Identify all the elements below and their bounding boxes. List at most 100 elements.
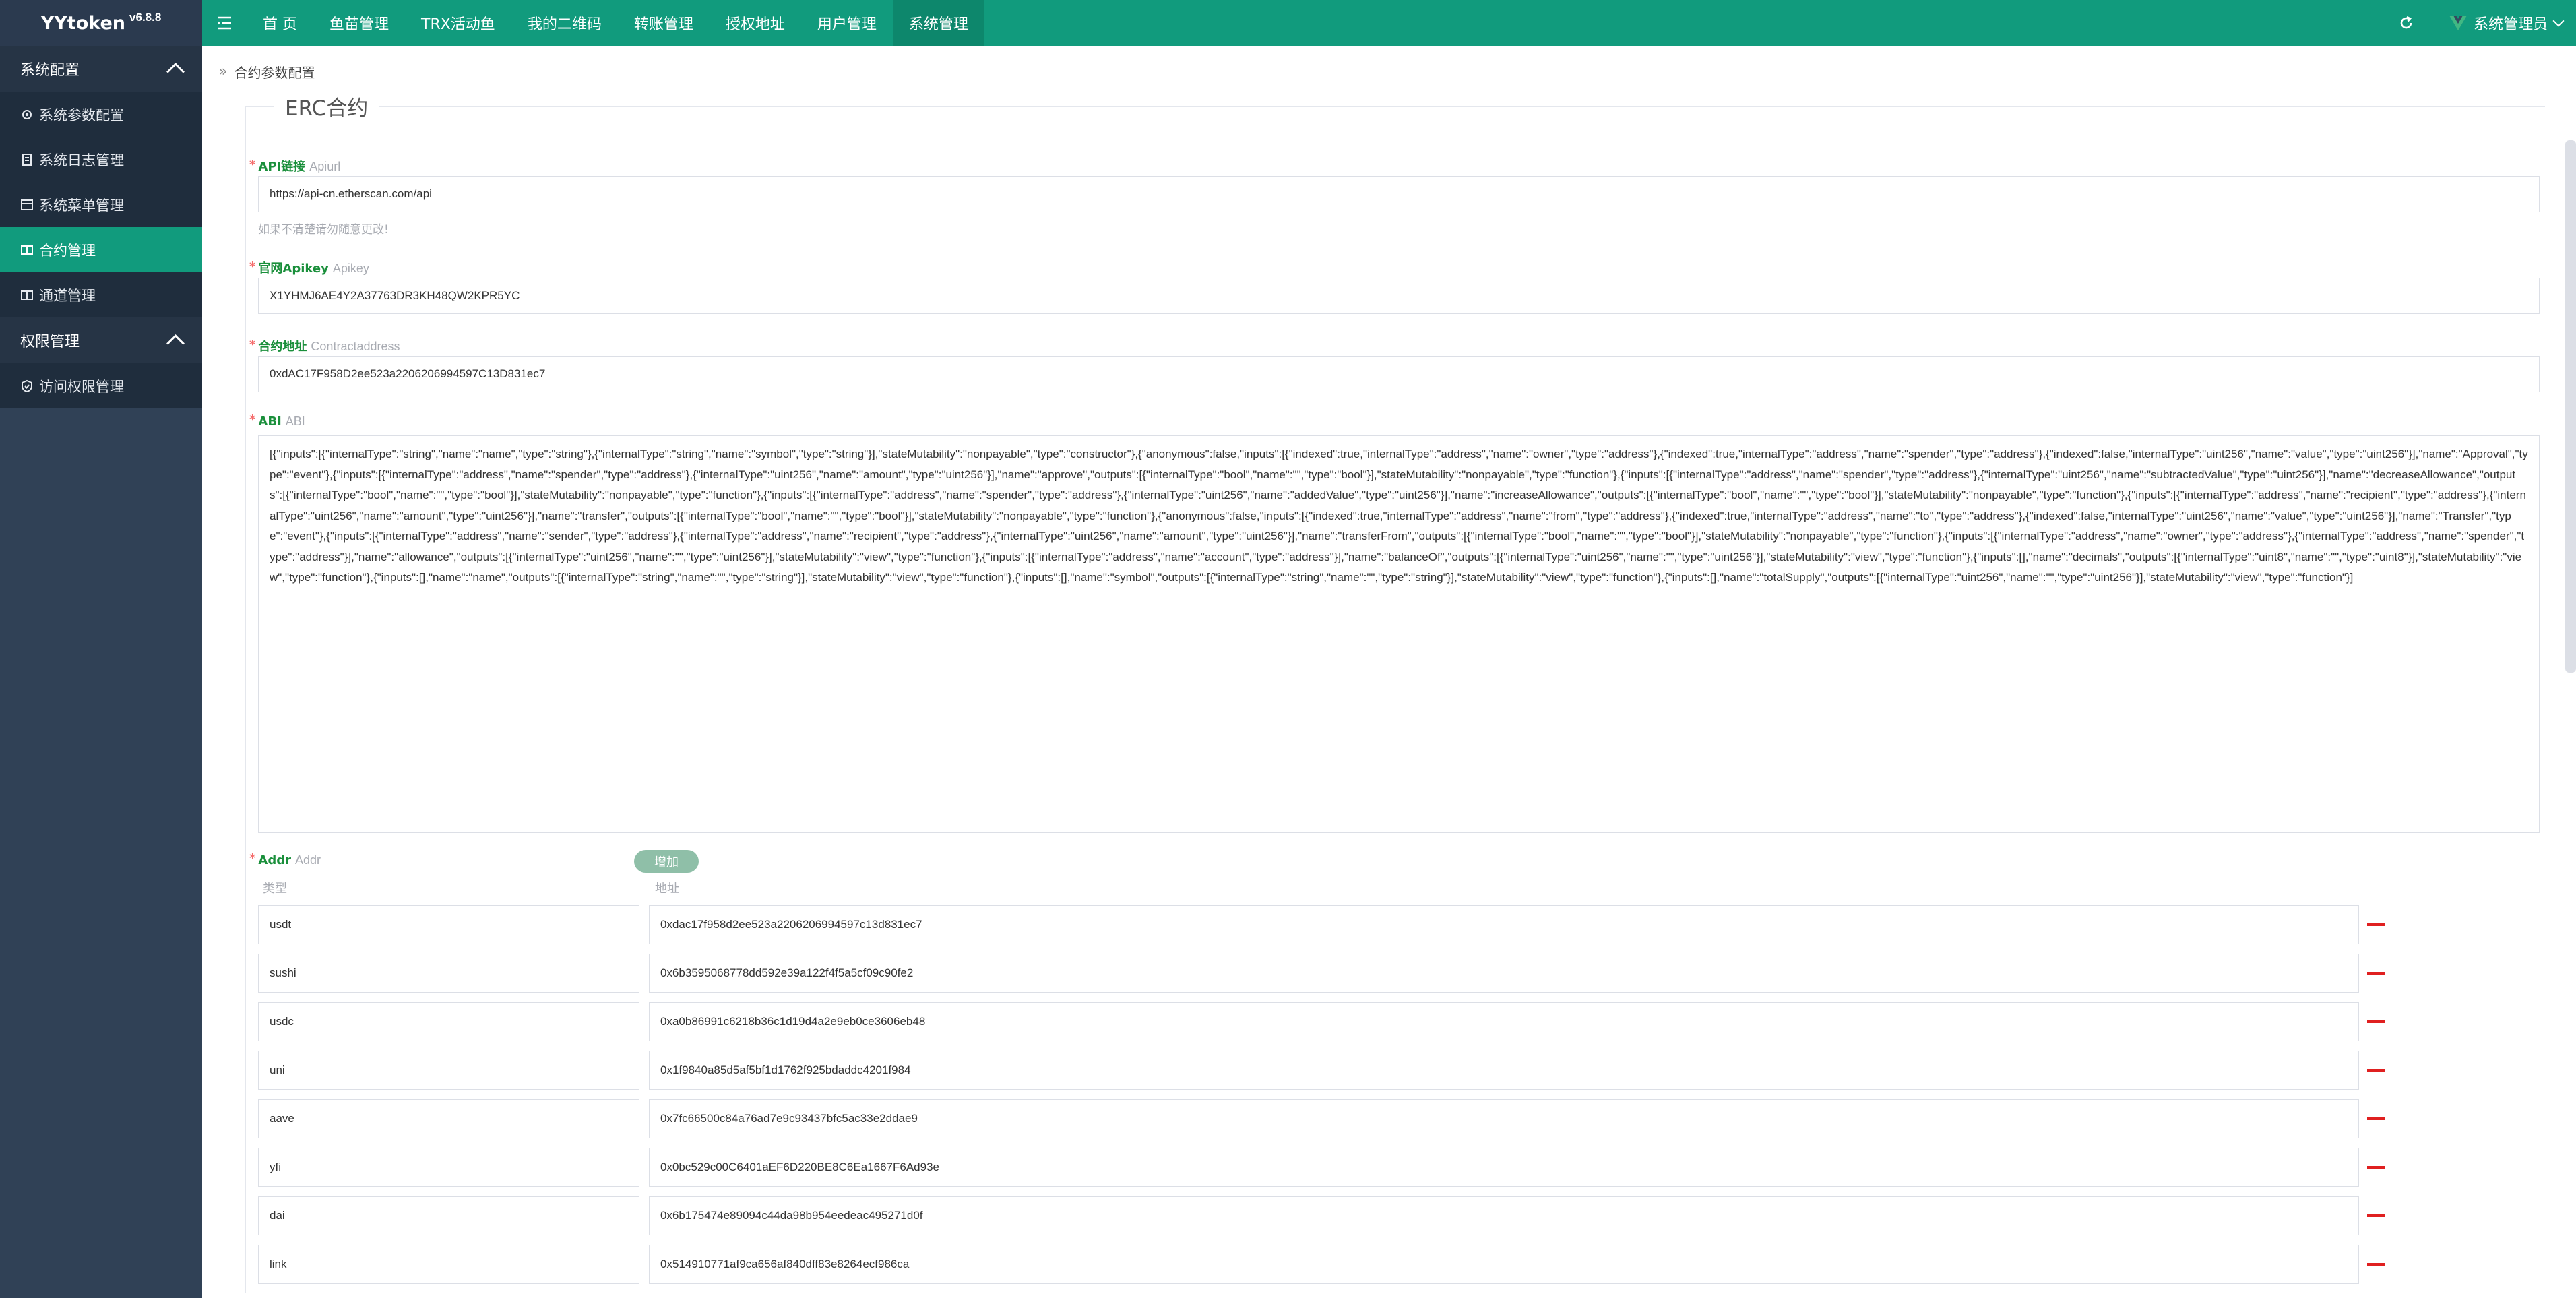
nav-fry[interactable]: 鱼苗管理 xyxy=(313,0,405,46)
field-sublabel: Addr xyxy=(295,853,321,867)
nav-qrcode[interactable]: 我的二维码 xyxy=(511,0,618,46)
grid-icon xyxy=(20,288,34,302)
sidebar-item-label: 系统菜单管理 xyxy=(39,197,124,214)
hamburger-icon[interactable] xyxy=(202,0,247,46)
nav-trx-fish[interactable]: TRX活动鱼 xyxy=(405,0,511,46)
remove-row-button[interactable] xyxy=(2367,923,2385,926)
apikey-label: * 官网Apikey Apikey xyxy=(249,259,369,276)
sidebar-item-system-params[interactable]: 系统参数配置 xyxy=(0,92,202,137)
apiurl-hint: 如果不清楚请勿随意更改! xyxy=(258,223,389,237)
apiurl-input[interactable]: https://api-cn.etherscan.com/api xyxy=(258,176,2540,212)
double-chevron-icon: » xyxy=(218,63,228,80)
token-address-input[interactable]: 0xdac17f958d2ee523a2206206994597c13d831e… xyxy=(649,905,2359,944)
token-type-input[interactable]: link xyxy=(258,1245,639,1284)
nav-system[interactable]: 系统管理 xyxy=(892,0,984,46)
sidebar-item-label: 访问权限管理 xyxy=(39,379,124,395)
user-menu[interactable]: 系统管理员 xyxy=(2449,12,2565,34)
field-sublabel: Apiurl xyxy=(309,160,341,173)
sidebar-group-permission[interactable]: 权限管理 xyxy=(0,317,202,363)
field-sublabel: ABI xyxy=(285,414,305,428)
chevron-up-icon xyxy=(166,62,185,81)
nav-transfer[interactable]: 转账管理 xyxy=(618,0,710,46)
refresh-icon[interactable] xyxy=(2393,9,2420,36)
sidebar-item-contract[interactable]: 合约管理 xyxy=(0,227,202,272)
remove-row-button[interactable] xyxy=(2367,972,2385,975)
menu-icon xyxy=(20,198,34,212)
breadcrumb: » 合约参数配置 xyxy=(218,62,315,82)
token-address-input[interactable]: 0x1f9840a85d5af5bf1d1762f925bdaddc4201f9… xyxy=(649,1051,2359,1090)
main-content: » 合约参数配置 ERC合约 * API链接 Apiurl https://api-… xyxy=(202,46,2576,1298)
sidebar-item-channel[interactable]: 通道管理 xyxy=(0,272,202,317)
contract-address-label: * 合约地址 Contractaddress xyxy=(249,337,400,354)
sidebar-item-label: 通道管理 xyxy=(39,288,96,304)
contract-address-input[interactable]: 0xdAC17F958D2ee523a2206206994597C13D831e… xyxy=(258,356,2540,392)
required-mark: * xyxy=(249,412,256,427)
apikey-input[interactable]: X1YHMJ6AE4Y2A37763DR3KH48QW2KPR5YC xyxy=(258,278,2540,314)
sidebar-group-label: 权限管理 xyxy=(20,333,80,350)
grid-icon xyxy=(20,243,34,257)
token-type-input[interactable]: yfi xyxy=(258,1148,639,1187)
token-address-input[interactable]: 0x514910771af9ca656af840dff83e8264ecf986… xyxy=(649,1245,2359,1284)
address-row: aave 0x7fc66500c84a76ad7e9c93437bfc5ac33… xyxy=(258,1099,2434,1138)
required-mark: * xyxy=(249,338,256,352)
token-type-input[interactable]: sushi xyxy=(258,954,639,993)
token-address-input[interactable]: 0x7fc66500c84a76ad7e9c93437bfc5ac33e2dda… xyxy=(649,1099,2359,1138)
top-nav: 首 页 鱼苗管理 TRX活动鱼 我的二维码 转账管理 授权地址 用户管理 系统管… xyxy=(247,0,984,46)
add-address-button[interactable]: 增加 xyxy=(634,850,699,873)
address-row: dai 0x6b175474e89094c44da98b954eedeac495… xyxy=(258,1196,2434,1235)
nav-home[interactable]: 首 页 xyxy=(247,0,313,46)
apiurl-label: * API链接 Apiurl xyxy=(249,157,340,175)
address-row: usdc 0xa0b86991c6218b36c1d19d4a2e9eb0ce3… xyxy=(258,1002,2434,1041)
field-sublabel: Contractaddress xyxy=(311,340,400,353)
sidebar-item-label: 系统参数配置 xyxy=(39,107,124,123)
token-address-input[interactable]: 0x6b3595068778dd592e39a122f4f5a5cf09c90f… xyxy=(649,954,2359,993)
brand-version: v6.8.8 xyxy=(129,11,162,24)
breadcrumb-current: 合约参数配置 xyxy=(234,65,315,81)
scrollbar[interactable] xyxy=(2565,140,2576,673)
token-type-input[interactable]: aave xyxy=(258,1099,639,1138)
brand-logo: YYtoken v6.8.8 xyxy=(0,0,202,46)
token-type-input[interactable]: dai xyxy=(258,1196,639,1235)
address-row: usdt 0xdac17f958d2ee523a2206206994597c13… xyxy=(258,905,2434,944)
chevron-up-icon xyxy=(166,334,185,352)
sidebar-item-label: 系统日志管理 xyxy=(39,152,124,168)
sidebar: YYtoken v6.8.8 系统配置 系统参数配置 系统日志管理 系统菜单管理… xyxy=(0,0,202,1298)
nav-auth-address[interactable]: 授权地址 xyxy=(710,0,801,46)
fieldset-legend: ERC合约 xyxy=(274,91,379,121)
remove-row-button[interactable] xyxy=(2367,1263,2385,1266)
remove-row-button[interactable] xyxy=(2367,1166,2385,1169)
token-address-input[interactable]: 0x6b175474e89094c44da98b954eedeac495271d… xyxy=(649,1196,2359,1235)
top-bar: 首 页 鱼苗管理 TRX活动鱼 我的二维码 转账管理 授权地址 用户管理 系统管… xyxy=(202,0,2576,46)
address-row: link 0x514910771af9ca656af840dff83e8264e… xyxy=(258,1245,2434,1284)
address-row: yfi 0x0bc529c00C6401aEF6D220BE8C6Ea1667F… xyxy=(258,1148,2434,1187)
nav-users[interactable]: 用户管理 xyxy=(801,0,893,46)
token-address-input[interactable]: 0xa0b86991c6218b36c1d19d4a2e9eb0ce3606eb… xyxy=(649,1002,2359,1041)
sidebar-group-system-config[interactable]: 系统配置 xyxy=(0,46,202,92)
field-label-text: 官网Apikey xyxy=(258,261,329,276)
addr-label: * Addr Addr xyxy=(249,851,321,867)
abi-textarea[interactable]: [{"inputs":[{"internalType":"string","na… xyxy=(258,435,2540,833)
gear-icon xyxy=(20,108,34,121)
required-mark: * xyxy=(249,259,256,274)
sidebar-item-label: 合约管理 xyxy=(39,243,96,259)
field-label-text: Addr xyxy=(258,853,291,867)
sidebar-item-access[interactable]: 访问权限管理 xyxy=(0,363,202,408)
remove-row-button[interactable] xyxy=(2367,1069,2385,1072)
remove-row-button[interactable] xyxy=(2367,1117,2385,1120)
remove-row-button[interactable] xyxy=(2367,1214,2385,1217)
abi-label: * ABI ABI xyxy=(249,412,305,429)
token-type-input[interactable]: usdt xyxy=(258,905,639,944)
address-row: uni 0x1f9840a85d5af5bf1d1762f925bdaddc42… xyxy=(258,1051,2434,1090)
sidebar-item-system-log[interactable]: 系统日志管理 xyxy=(0,137,202,182)
shield-icon xyxy=(20,379,34,393)
token-address-input[interactable]: 0x0bc529c00C6401aEF6D220BE8C6Ea1667F6Ad9… xyxy=(649,1148,2359,1187)
address-row: sushi 0x6b3595068778dd592e39a122f4f5a5cf… xyxy=(258,954,2434,993)
sidebar-item-system-menu[interactable]: 系统菜单管理 xyxy=(0,182,202,227)
token-type-input[interactable]: usdc xyxy=(258,1002,639,1041)
column-header-type: 类型 xyxy=(263,882,287,896)
chevron-down-icon xyxy=(2552,15,2565,27)
sidebar-group-label: 系统配置 xyxy=(20,61,80,78)
field-label-text: ABI xyxy=(258,414,282,429)
remove-row-button[interactable] xyxy=(2367,1020,2385,1023)
token-type-input[interactable]: uni xyxy=(258,1051,639,1090)
